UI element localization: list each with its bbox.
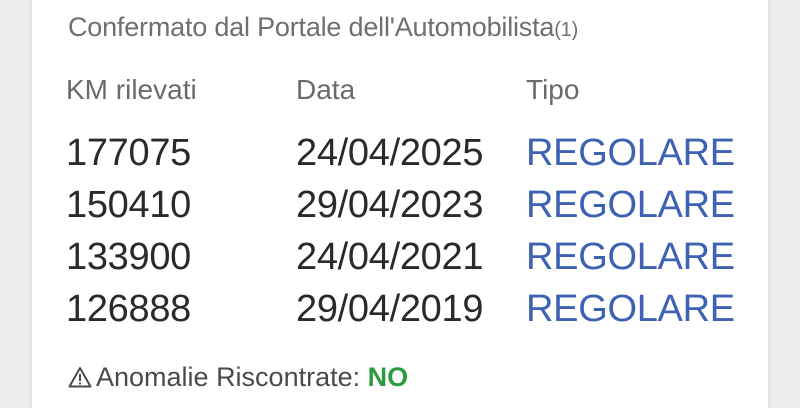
table-row: 150410 29/04/2023 REGOLARE — [32, 184, 768, 236]
card-title: Confermato dal Portale dell'Automobilist… — [68, 12, 578, 43]
table-row: 133900 24/04/2021 REGOLARE — [32, 236, 768, 288]
column-header-km: KM rilevati — [66, 74, 197, 105]
km-value: 177075 — [66, 132, 192, 174]
km-value: 133900 — [66, 236, 192, 278]
km-value: 126888 — [66, 288, 192, 330]
date-value: 29/04/2023 — [296, 184, 484, 226]
type-value: REGOLARE — [526, 184, 735, 226]
mileage-card: Confermato dal Portale dell'Automobilist… — [32, 0, 768, 408]
anomalies-label: Anomalie Riscontrate: — [96, 362, 368, 392]
date-value: 29/04/2019 — [296, 288, 484, 330]
km-value: 150410 — [66, 184, 192, 226]
column-header-type: Tipo — [526, 74, 580, 105]
column-header-date: Data — [296, 74, 356, 105]
anomalies-value: NO — [367, 362, 409, 392]
source-count: (1) — [554, 19, 579, 41]
anomalies-status: Anomalie Riscontrate: NO — [68, 362, 408, 393]
card-title-text: Confermato dal Portale dell'Automobilist… — [68, 12, 555, 42]
type-value: REGOLARE — [526, 288, 735, 330]
table-row: 177075 24/04/2025 REGOLARE — [32, 132, 768, 184]
date-value: 24/04/2021 — [296, 236, 484, 278]
table-row: 126888 29/04/2019 REGOLARE — [32, 288, 768, 340]
warning-triangle-icon — [68, 362, 94, 393]
date-value: 24/04/2025 — [296, 132, 484, 174]
type-value: REGOLARE — [526, 236, 735, 278]
type-value: REGOLARE — [526, 132, 735, 174]
